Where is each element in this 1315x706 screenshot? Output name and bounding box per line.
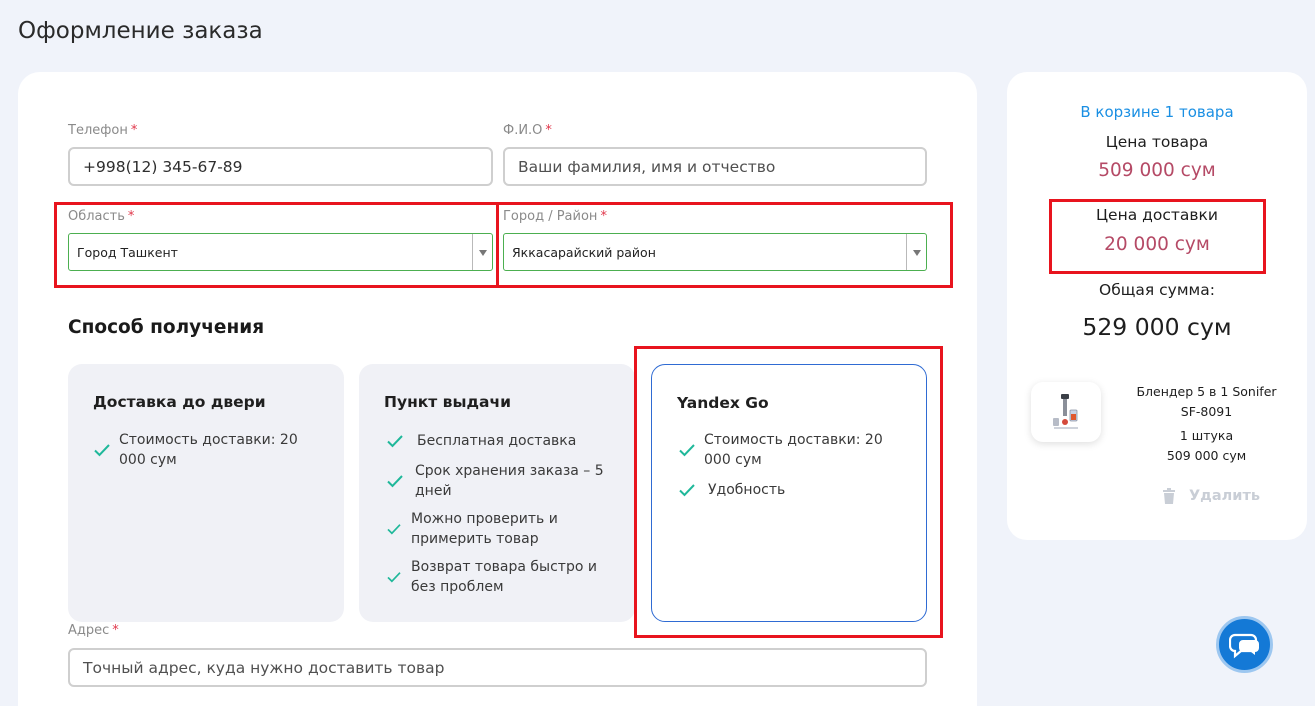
chevron-down-icon[interactable]: [906, 234, 926, 270]
address-label: Адрес *: [68, 623, 119, 638]
blender-icon: [1053, 394, 1078, 429]
phone-input[interactable]: +998(12) 345-67-89: [68, 147, 493, 186]
feature-item: Удобность: [678, 480, 898, 500]
product-image[interactable]: [1031, 382, 1101, 442]
order-summary-card: В корзине 1 товара Цена товара 509 000 с…: [1007, 72, 1307, 540]
cart-count: В корзине 1 товара: [1080, 103, 1234, 121]
method-title: Пункт выдачи: [384, 393, 511, 411]
delete-button[interactable]: Удалить: [1162, 488, 1260, 504]
page-title: Оформление заказа: [18, 18, 263, 44]
phone-input-value: +998(12) 345-67-89: [83, 157, 243, 176]
item-price-label: Цена товара: [1105, 133, 1209, 151]
total-value: 529 000 сум: [1082, 313, 1232, 341]
total-label: Общая сумма:: [1099, 281, 1215, 299]
product-name-line1[interactable]: Блендер 5 в 1 Sonifer: [1119, 382, 1294, 402]
product-price: 509 000 сум: [1166, 448, 1247, 463]
delivery-price-label: Цена доставки: [1096, 206, 1218, 224]
product-quantity: 1 штука: [1179, 428, 1234, 443]
address-input[interactable]: Точный адрес, куда нужно доставить товар: [68, 648, 927, 687]
check-icon: [386, 523, 411, 535]
check-icon: [678, 483, 708, 497]
fio-label: Ф.И.О *: [503, 123, 552, 138]
method-title: Доставка до двери: [93, 393, 266, 411]
chat-support-button[interactable]: [1216, 616, 1273, 673]
region-select-value: Город Ташкент: [77, 244, 178, 260]
delete-label: Удалить: [1189, 488, 1261, 504]
feature-item: Срок хранения заказа – 5 дней: [386, 461, 616, 501]
delivery-method-yandex-go[interactable]: Yandex Go Стоимость доставки: 20 000 сум…: [651, 364, 927, 622]
chevron-down-icon[interactable]: [472, 234, 492, 270]
item-price-value: 509 000 сум: [1098, 160, 1216, 181]
check-icon: [386, 571, 411, 583]
check-icon: [386, 474, 415, 488]
fio-input[interactable]: Ваши фамилия, имя и отчество: [503, 147, 927, 186]
delivery-method-pickup[interactable]: Пункт выдачи Бесплатная доставка Срок хр…: [359, 364, 635, 622]
feature-item: Можно проверить и примерить товар: [386, 509, 616, 549]
delivery-price-value: 20 000 сум: [1104, 234, 1210, 255]
city-label: Город / Район *: [503, 209, 607, 224]
fio-input-placeholder: Ваши фамилия, имя и отчество: [518, 157, 776, 176]
delivery-section-title: Способ получения: [68, 317, 265, 338]
delivery-method-door[interactable]: Доставка до двери Стоимость доставки: 20…: [68, 364, 344, 622]
product-name-line2[interactable]: SF-8091: [1119, 402, 1294, 422]
feature-item: Стоимость доставки: 20 000 сум: [93, 430, 313, 470]
feature-item: Стоимость доставки: 20 000 сум: [678, 430, 898, 470]
method-title: Yandex Go: [677, 394, 769, 412]
phone-label: Телефон *: [68, 123, 138, 138]
check-icon: [93, 443, 119, 457]
region-label: Область *: [68, 209, 135, 224]
city-select[interactable]: Яккасарайский район: [503, 233, 927, 271]
feature-item: Бесплатная доставка: [386, 431, 616, 451]
address-input-placeholder: Точный адрес, куда нужно доставить товар: [83, 658, 445, 677]
trash-icon: [1163, 488, 1175, 504]
check-icon: [386, 434, 417, 448]
feature-item: Возврат товара быстро и без проблем: [386, 557, 616, 597]
check-icon: [678, 443, 704, 457]
chat-bubble-icon: [1228, 633, 1259, 658]
region-select[interactable]: Город Ташкент: [68, 233, 493, 271]
city-select-value: Яккасарайский район: [512, 244, 656, 260]
